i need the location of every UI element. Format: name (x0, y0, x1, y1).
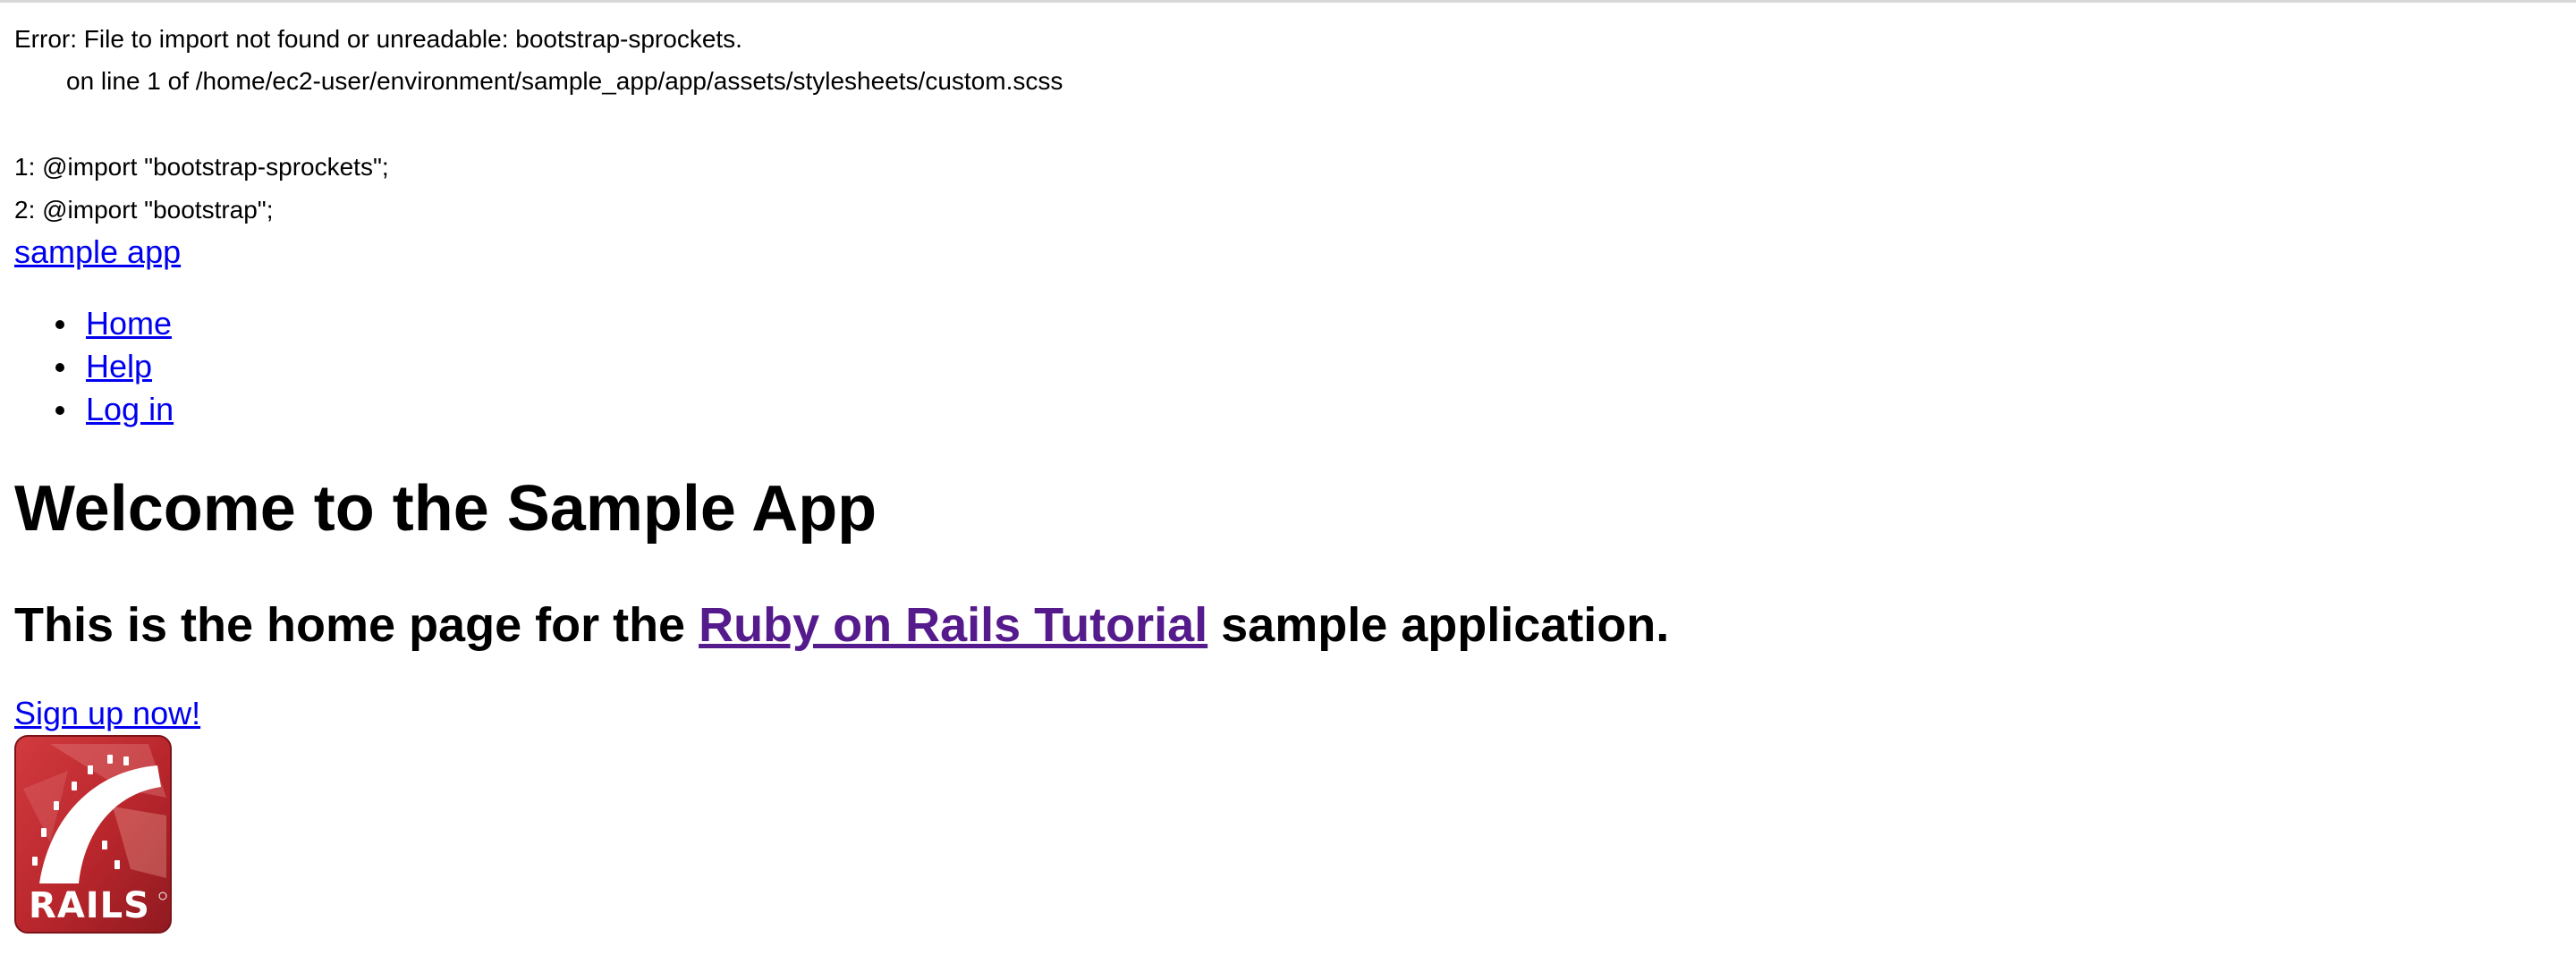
page-subtitle: This is the home page for the Ruby on Ra… (14, 594, 1669, 656)
nav-list: Home Help Log in (14, 302, 174, 431)
rails-logo-icon: RAILS (14, 735, 172, 934)
subtitle-prefix: This is the home page for the (14, 598, 699, 652)
nav-item-login: Log in (14, 388, 174, 431)
bullet-icon (55, 363, 64, 372)
rails-logo-text: RAILS (29, 885, 150, 926)
bullet-icon (55, 320, 64, 329)
error-location: on line 1 of /home/ec2-user/environment/… (66, 67, 1063, 95)
error-code-line-2: 2: @import "bootstrap"; (14, 196, 274, 224)
nav-link-help[interactable]: Help (86, 348, 152, 385)
nav-link-login[interactable]: Log in (86, 391, 174, 427)
error-code-line-1: 1: @import "bootstrap-sprockets"; (14, 153, 389, 181)
page-title: Welcome to the Sample App (14, 473, 877, 545)
rails-logo-link[interactable]: RAILS (14, 735, 172, 934)
nav-link-home[interactable]: Home (86, 305, 172, 342)
top-divider (0, 0, 2576, 3)
error-title: Error: File to import not found or unrea… (14, 25, 742, 53)
subtitle-suffix: sample application. (1208, 598, 1670, 652)
rails-tutorial-link[interactable]: Ruby on Rails Tutorial (699, 598, 1208, 652)
nav-item-help: Help (14, 345, 174, 388)
signup-link[interactable]: Sign up now! (14, 694, 200, 733)
bullet-icon (55, 406, 64, 415)
nav-item-home: Home (14, 302, 174, 345)
logo-link[interactable]: sample app (14, 232, 181, 272)
